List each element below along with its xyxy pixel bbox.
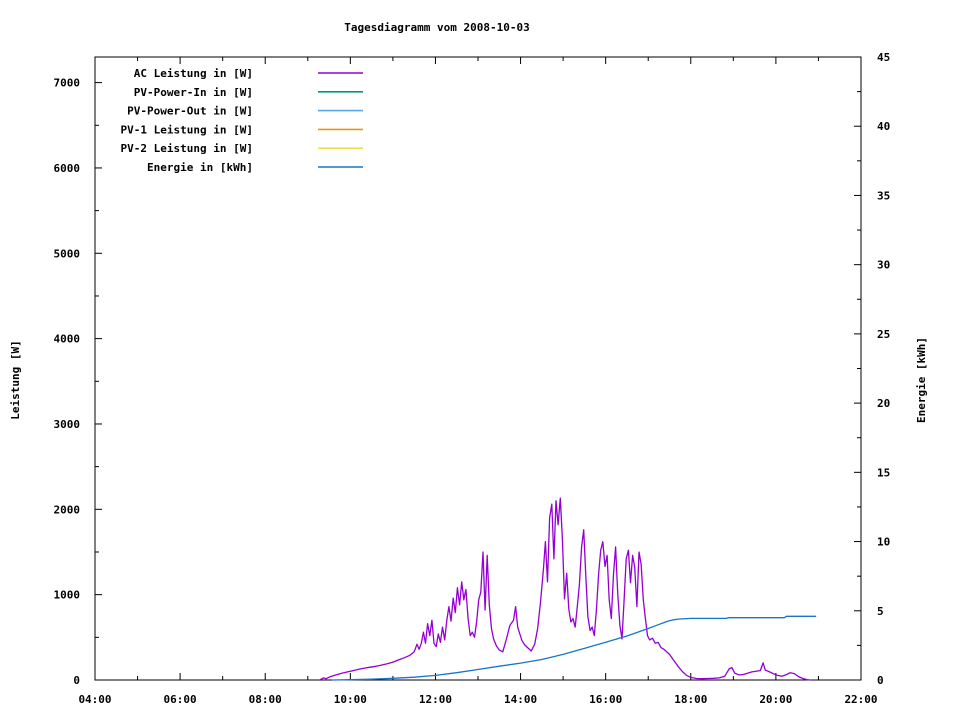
y2-tick-label: 45 [877,51,890,64]
y-tick-label: 0 [73,674,80,687]
y2-tick-label: 15 [877,466,890,479]
y-tick-label: 6000 [54,162,81,175]
y2-tick-label: 10 [877,536,890,549]
chart-title: Tagesdiagramm vom 2008-10-03 [344,21,529,34]
y2-tick-label: 35 [877,189,890,202]
y2-tick-labels: 0 5 10 15 20 25 30 35 40 45 [877,51,890,687]
x-tick-label: 06:00 [164,693,197,706]
y2-tick-label: 5 [877,605,884,618]
legend-label-5: PV-2 Leistung in [W] [121,142,253,155]
x-tick-label: 12:00 [419,693,452,706]
series-curve-6 [331,615,817,681]
y2-tick-label: 40 [877,120,890,133]
gnuplot-canvas: 04:00 06:00 08:00 10:00 12:00 14:00 16:00 18:00… [0,0,960,720]
x-tick-label: 14:00 [504,693,537,706]
legend-label-1: AC Leistung in [W] [134,67,253,80]
legend-label-3: PV-Power-Out in [W] [127,105,253,118]
y-tick-label: 7000 [54,77,81,90]
x-tick-labels: 04:00 06:00 08:00 10:00 12:00 14:00 16:00 18:00… [78,693,877,706]
y2-tick-label: 0 [877,674,884,687]
x-tick-label: 04:00 [78,693,111,706]
y-tick-labels: 0 1000 2000 3000 4000 5000 6000 7000 [54,77,81,687]
y2-tick-label: 20 [877,397,890,410]
y-tick-label: 4000 [54,333,81,346]
x-tick-label: 22:00 [844,693,877,706]
legend: AC Leistung in [W] PV-Power-In in [W] PV-P… [121,67,363,174]
x-tick-label: 16:00 [589,693,622,706]
x-tick-label: 08:00 [249,693,282,706]
y2-axis-label: Energie [kWh] [915,337,928,423]
x-tick-label: 10:00 [334,693,367,706]
y-tick-label: 3000 [54,418,81,431]
y-tick-label: 1000 [54,589,81,602]
x-tick-label: 20:00 [759,693,792,706]
y-axis-label: Leistung [W] [9,340,22,419]
y2-tick-label: 30 [877,259,890,272]
series-curve-1 [319,497,811,681]
series-lines [319,497,817,681]
legend-label-2: PV-Power-In in [W] [134,86,253,99]
y-tick-label: 2000 [54,503,81,516]
y2-tick-label: 25 [877,328,890,341]
legend-label-4: PV-1 Leistung in [W] [121,123,253,136]
legend-label-6: Energie in [kWh] [147,161,253,174]
x-tick-label: 18:00 [674,693,707,706]
tagesdiagramm-chart: 04:00 06:00 08:00 10:00 12:00 14:00 16:00 18:00… [9,21,928,706]
y-tick-label: 5000 [54,247,81,260]
